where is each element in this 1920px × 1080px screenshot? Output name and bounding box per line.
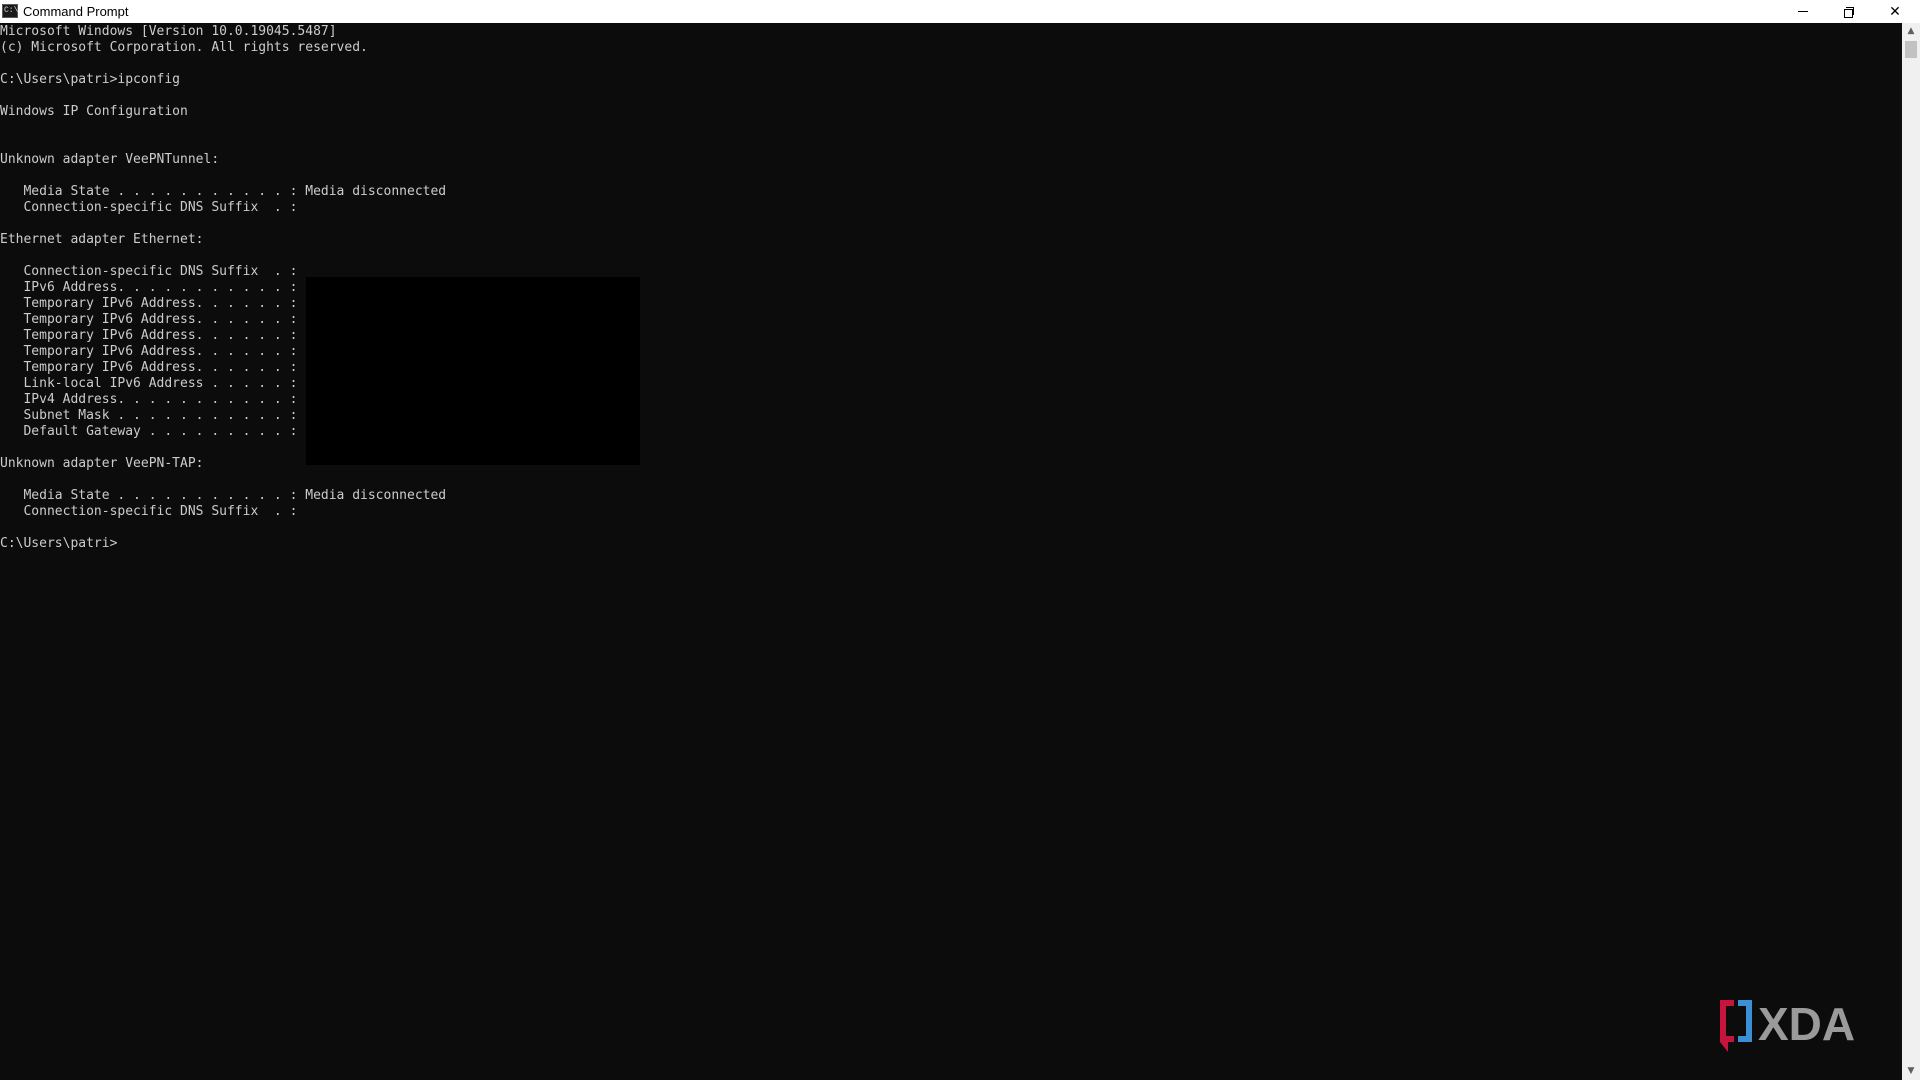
command-prompt-icon-glyph: C:\ bbox=[4, 6, 19, 15]
console-line: C:\Users\patri>ipconfig bbox=[0, 72, 181, 87]
console-line: Unknown adapter VeePN-TAP: bbox=[0, 456, 204, 471]
console-line: Connection-specific DNS Suffix . : bbox=[0, 264, 298, 279]
console-line: Temporary IPv6 Address. . . . . . : bbox=[0, 296, 298, 311]
command-prompt-window: C:\ Command Prompt ✕ Microsoft Windows [… bbox=[0, 0, 1920, 1080]
console-line: Media State . . . . . . . . . . . : Medi… bbox=[0, 488, 447, 503]
restore-icon bbox=[1844, 6, 1854, 18]
minimize-icon bbox=[1798, 11, 1808, 12]
console-line: Microsoft Windows [Version 10.0.19045.54… bbox=[0, 24, 337, 39]
scroll-up-icon[interactable]: ▲ bbox=[1902, 23, 1920, 40]
xda-watermark: XDA bbox=[1716, 998, 1900, 1054]
console-line: Unknown adapter VeePNTunnel: bbox=[0, 152, 220, 167]
console-line: Default Gateway . . . . . . . . . : bbox=[0, 424, 298, 439]
console-line: Ethernet adapter Ethernet: bbox=[0, 232, 204, 247]
scroll-down-icon[interactable]: ▼ bbox=[1902, 1063, 1920, 1080]
console-line: Temporary IPv6 Address. . . . . . : bbox=[0, 360, 298, 375]
console-output[interactable]: Microsoft Windows [Version 10.0.19045.54… bbox=[0, 23, 1900, 1080]
console-line: Connection-specific DNS Suffix . : bbox=[0, 504, 298, 519]
close-icon: ✕ bbox=[1889, 3, 1901, 20]
title-bar[interactable]: C:\ Command Prompt ✕ bbox=[0, 0, 1920, 23]
console-line: Subnet Mask . . . . . . . . . . . : bbox=[0, 408, 298, 423]
command-prompt-icon[interactable]: C:\ bbox=[2, 4, 18, 18]
console-line: Connection-specific DNS Suffix . : bbox=[0, 200, 298, 215]
console-line: IPv4 Address. . . . . . . . . . . : bbox=[0, 392, 298, 407]
xda-logo-text: XDA bbox=[1758, 998, 1855, 1050]
console-line: Media State . . . . . . . . . . . : Medi… bbox=[0, 184, 447, 199]
console-line: (c) Microsoft Corporation. All rights re… bbox=[0, 40, 368, 55]
restore-button[interactable] bbox=[1826, 0, 1872, 23]
console-line: Temporary IPv6 Address. . . . . . : bbox=[0, 328, 298, 343]
window-title: Command Prompt bbox=[23, 4, 129, 19]
vertical-scrollbar[interactable]: ▲ ▼ bbox=[1902, 23, 1920, 1080]
console-line: Windows IP Configuration bbox=[0, 104, 188, 119]
console-line: C:\Users\patri> bbox=[0, 536, 118, 551]
xda-logo-icon: XDA bbox=[1720, 998, 1855, 1052]
console-line: Temporary IPv6 Address. . . . . . : bbox=[0, 312, 298, 327]
console-line: IPv6 Address. . . . . . . . . . . : bbox=[0, 280, 298, 295]
redacted-address-block bbox=[306, 277, 640, 465]
scrollbar-thumb[interactable] bbox=[1905, 41, 1917, 58]
console-line: Temporary IPv6 Address. . . . . . : bbox=[0, 344, 298, 359]
minimize-button[interactable] bbox=[1780, 0, 1826, 23]
close-button[interactable]: ✕ bbox=[1872, 0, 1918, 23]
console-line: Link-local IPv6 Address . . . . . : bbox=[0, 376, 298, 391]
